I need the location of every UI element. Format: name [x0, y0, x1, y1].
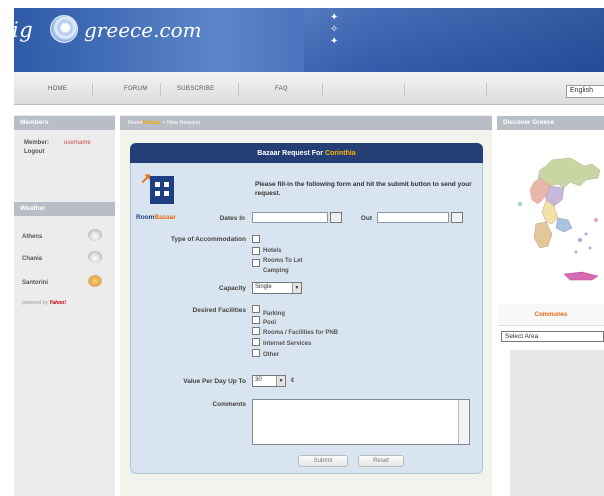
chevron-down-icon: ▼ [292, 283, 301, 293]
right-lower-panel [510, 350, 604, 496]
form-title-place: Corinthia [324, 150, 356, 157]
date-out-input[interactable] [377, 212, 449, 223]
decor-stars-icon: ✦ ✧ ✦ [330, 12, 339, 47]
checkbox-parking[interactable] [252, 305, 260, 313]
language-select[interactable]: English [566, 85, 604, 98]
option-parking: Parking [263, 311, 286, 317]
checkbox-internet[interactable] [252, 338, 260, 346]
calendar-icon[interactable] [330, 212, 342, 223]
out-label: Out [360, 215, 372, 222]
capacity-value: Single [255, 284, 272, 290]
brand-room: Room [136, 214, 155, 221]
communes-heading: Communes [498, 304, 604, 326]
cloud-icon [88, 229, 102, 241]
weather-city-athens: Athens [22, 234, 43, 240]
comments-scrollbar[interactable] [458, 400, 469, 444]
calendar-icon[interactable] [451, 212, 463, 223]
date-in-input[interactable] [252, 212, 328, 223]
checkbox-camping[interactable] [252, 259, 260, 267]
nav-subscribe[interactable]: SUBSCRIBE [177, 86, 214, 92]
cloud-icon [88, 251, 102, 263]
option-pnb: Rooms / Facilities for PNB [263, 330, 339, 336]
chevron-down-icon: ▼ [276, 376, 285, 386]
facilities-label: Desired Facilities [192, 307, 246, 314]
brand-bazaar: Bazaar [154, 214, 176, 221]
form-intro: Please fill-in the following form and hi… [255, 181, 472, 197]
powered-by: powered by Yahoo! [22, 300, 66, 306]
submit-button[interactable]: Submit [298, 455, 348, 467]
logo-prefix: ig [12, 18, 34, 42]
form-title: Bazaar Request For Corinthia [130, 143, 483, 163]
shell-logo-icon [50, 15, 78, 43]
comments-label: Comments [212, 401, 246, 408]
nav-faq[interactable]: FAQ [275, 86, 288, 92]
breadcrumb: RoomBazaar > New Request [120, 116, 492, 130]
breadcrumb-current: New Request [167, 120, 201, 126]
building-icon [150, 176, 174, 204]
reset-button[interactable]: Reset [358, 455, 404, 467]
breadcrumb-bazaar[interactable]: Bazaar [143, 120, 161, 126]
members-heading: Members [14, 116, 115, 130]
member-name[interactable]: username [64, 140, 91, 146]
roombazaar-logo: RoomBazaar [136, 214, 176, 221]
sun-icon [88, 275, 102, 287]
value-label: Value Per Day Up To [183, 378, 246, 385]
nav-forum[interactable]: FORUM [124, 86, 148, 92]
nav-home[interactable]: HOME [48, 86, 67, 92]
yahoo-logo[interactable]: Yahoo! [49, 300, 66, 306]
capacity-label: Capacity [218, 285, 246, 292]
accommodation-label: Type of Accommodation [170, 236, 246, 243]
weather-city-chania: Chania [22, 256, 43, 262]
logo-text: greece.com [84, 18, 202, 42]
option-camping: Camping [263, 268, 289, 274]
option-rooms-to-let: Rooms To Let [263, 258, 303, 264]
checkbox-other[interactable] [252, 349, 260, 357]
member-label: Member: [24, 140, 50, 146]
form-title-prefix: Bazaar Request For [257, 150, 324, 157]
weather-city-santorini: Santorini [22, 280, 49, 286]
comments-textarea[interactable] [252, 399, 470, 445]
option-other: Other [263, 352, 280, 358]
value-value: 30 [255, 377, 262, 383]
logout-link[interactable]: Logout [24, 149, 44, 155]
checkbox-pool[interactable] [252, 316, 260, 324]
checkbox-rooms-to-let[interactable] [252, 247, 260, 255]
option-internet: Internet Services [263, 341, 312, 347]
powered-by-text: powered by [22, 300, 48, 306]
site-logo[interactable]: ig [12, 18, 33, 42]
option-pool: Pool [263, 320, 276, 326]
greece-map[interactable] [500, 140, 604, 295]
weather-heading: Weather [14, 202, 115, 216]
value-select[interactable]: 30 ▼ [252, 375, 286, 387]
discover-heading: Discover Greece [497, 116, 604, 130]
breadcrumb-room[interactable]: Room [128, 120, 143, 126]
select-area-dropdown[interactable]: Select Area [501, 331, 604, 342]
top-nav [14, 72, 604, 105]
currency-symbol: € [291, 378, 295, 384]
checkbox-pnb[interactable] [252, 327, 260, 335]
dates-in-label: Dates In [219, 215, 245, 222]
capacity-select[interactable]: Single ▼ [252, 282, 302, 294]
checkbox-hotels[interactable] [252, 235, 260, 243]
option-hotels: Hotels [263, 248, 282, 254]
